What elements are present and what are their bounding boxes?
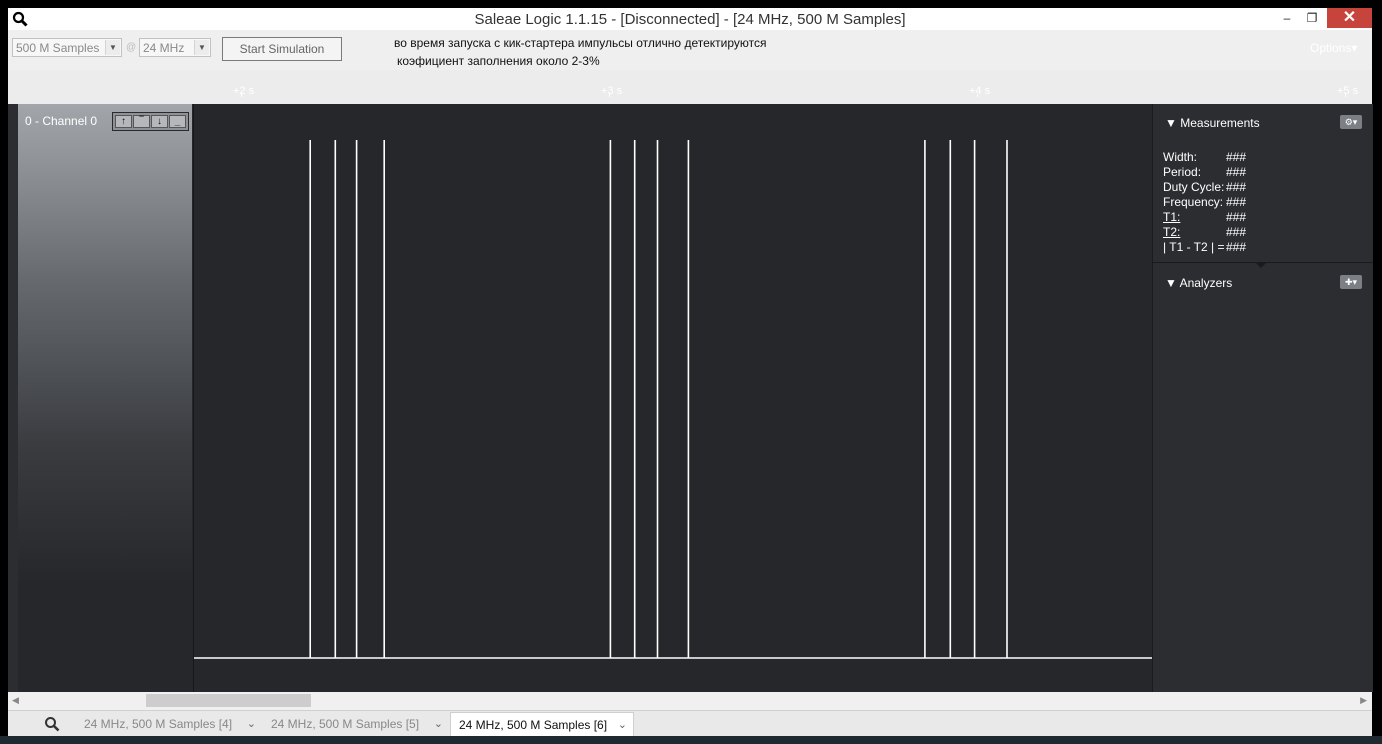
chevron-down-icon: ▼ — [105, 40, 120, 55]
ruler-tick: +2 s — [233, 85, 255, 97]
scrollbar-thumb[interactable] — [146, 694, 311, 707]
measurements-gear-icon[interactable]: ⚙▾ — [1340, 115, 1362, 129]
measurement-row-frequency: Frequency: ### — [1163, 195, 1247, 209]
low-level-icon[interactable]: _ — [169, 115, 186, 128]
waveform-view[interactable] — [193, 104, 1153, 692]
scroll-right-icon[interactable]: ▶ — [1360, 695, 1367, 706]
channel-label[interactable]: 0 - Channel 0 — [25, 114, 97, 128]
scroll-left-icon[interactable]: ◀ — [12, 695, 19, 706]
at-symbol: @ — [126, 42, 137, 53]
measurement-row-t1-t2: | T1 - T2 | = ### — [1163, 240, 1247, 254]
start-simulation-button[interactable]: Start Simulation — [222, 37, 342, 61]
session-tab-bar: 24 MHz, 500 M Samples [4] ⌄ 24 MHz, 500 M… — [8, 710, 1372, 737]
horizontal-scrollbar[interactable]: ◀ ▶ — [8, 692, 1372, 710]
measurement-row-period: Period: ### — [1163, 165, 1247, 179]
samples-select[interactable]: 500 M Samples ▼ — [12, 38, 122, 57]
session-tab-6[interactable]: 24 MHz, 500 M Samples [6] ⌄ — [450, 712, 634, 737]
chevron-down-icon[interactable]: ⌄ — [618, 713, 627, 737]
rate-select[interactable]: 24 MHz ▼ — [139, 38, 211, 57]
ruler-tick: +5 s — [1337, 85, 1359, 97]
annotation-line-1: во время запуска с кик-стартера импульсы… — [394, 36, 767, 50]
measurements-list: Width: ### Period: ### Duty Cycle: ### Freq… — [1163, 150, 1246, 255]
trigger-selector: ↑ ‾ ↓ _ — [112, 112, 189, 131]
channel-panel: 0 - Channel 0 ↑ ‾ ↓ _ — [8, 104, 192, 692]
title-bar: Saleae Logic 1.1.15 - [Disconnected] - [… — [8, 8, 1372, 30]
toolbar: 500 M Samples ▼ @ 24 MHz ▼ Start Simulat… — [8, 30, 1372, 70]
rate-select-value: 24 MHz — [143, 41, 185, 55]
samples-select-value: 500 M Samples — [16, 41, 100, 55]
measurements-title: Measurements — [1180, 116, 1260, 130]
time-ruler[interactable]: +2 s +3 s +4 s +5 s — [8, 70, 1372, 104]
options-menu[interactable]: Options▾ — [1310, 41, 1357, 55]
ruler-tick: +4 s — [969, 85, 991, 97]
search-icon[interactable] — [30, 712, 74, 737]
channel-panel-edge — [8, 104, 18, 692]
os-taskbar — [0, 736, 1382, 744]
measurement-row-duty-cycle: Duty Cycle: ### — [1163, 180, 1247, 194]
high-level-icon[interactable]: ‾ — [133, 115, 150, 128]
measurement-row-t1[interactable]: T1: ### — [1163, 210, 1246, 225]
app-window: Saleae Logic 1.1.15 - [Disconnected] - [… — [8, 8, 1373, 744]
analyzers-header[interactable]: ▼ Analyzers — [1165, 276, 1232, 290]
measurement-row-t2[interactable]: T2: ### — [1163, 225, 1246, 240]
measurement-row-width: Width: ### — [1163, 150, 1247, 164]
measurements-header[interactable]: ▼ Measurements — [1165, 116, 1260, 130]
window-title: Saleae Logic 1.1.15 - [Disconnected] - [… — [474, 11, 906, 28]
add-analyzer-icon[interactable]: ✚▾ — [1340, 275, 1362, 289]
minimize-button[interactable]: – — [1276, 8, 1298, 28]
close-button[interactable]: ✕ — [1327, 8, 1372, 28]
maximize-button[interactable]: ❐ — [1301, 8, 1323, 28]
annotation-line-2: коэфициент заполнения около 2-3% — [397, 54, 600, 68]
chevron-down-icon[interactable]: ⌄ — [247, 712, 256, 736]
analyzers-title: Analyzers — [1179, 276, 1233, 290]
session-tab-5[interactable]: 24 MHz, 500 M Samples [5] ⌄ — [271, 712, 449, 737]
chevron-down-icon[interactable]: ⌄ — [434, 712, 443, 736]
falling-edge-icon[interactable]: ↓ — [151, 115, 168, 128]
rising-edge-icon[interactable]: ↑ — [115, 115, 132, 128]
waveform-svg — [194, 140, 1153, 659]
chevron-down-icon: ▼ — [194, 40, 209, 55]
capture-area: 0 - Channel 0 ↑ ‾ ↓ _ ▼ Measurements ⚙▾ … — [8, 104, 1373, 692]
ruler-tick: +3 s — [601, 85, 623, 97]
session-tab-4[interactable]: 24 MHz, 500 M Samples [4] ⌄ — [84, 712, 262, 737]
divider-caret — [1256, 263, 1266, 268]
right-sidebar: ▼ Measurements ⚙▾ Width: ### Period: ### D… — [1152, 104, 1373, 692]
